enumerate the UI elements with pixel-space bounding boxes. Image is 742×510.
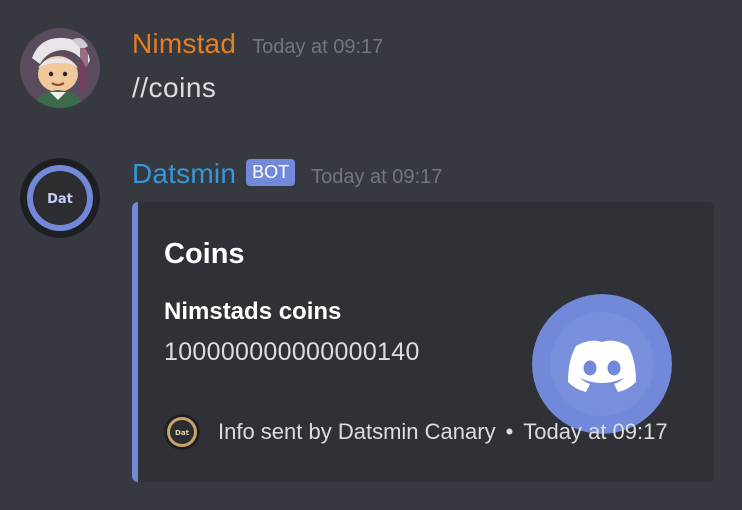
username[interactable]: Datsmin [132,158,236,190]
bot-avatar-text: Dat [47,192,73,207]
bot-avatar[interactable]: Dat [20,158,100,238]
message-content: //coins [132,72,217,103]
bot-avatar-icon: Dat [20,158,100,238]
footer-timestamp: Today at 09:17 [523,419,668,444]
timestamp: Today at 09:17 [311,166,443,188]
message-header: Datsmin BOT Today at 09:17 [132,158,442,194]
embed-accent-bar [132,202,138,482]
chat-messages: Nimstad Today at 09:17 //coins Dat Datsm… [0,0,742,510]
footer-avatar-text: Dat [175,429,190,437]
footer-avatar-icon: Dat [164,414,200,450]
user-avatar-icon [20,28,100,108]
message-header: Nimstad Today at 09:17 [132,28,383,64]
embed-field-name: Nimstads coins [164,298,342,325]
message-datsmin: Dat Datsmin BOT Today at 09:17 Coins Nim… [0,152,742,492]
username[interactable]: Nimstad [132,28,236,60]
embed-thumbnail[interactable] [532,294,672,434]
footer-separator: • [505,419,514,444]
message-nimstad: Nimstad Today at 09:17 //coins [0,22,742,122]
embed-field-value: 100000000000000140 [164,338,420,366]
user-avatar[interactable] [20,28,100,108]
discord-logo-icon [532,294,672,434]
timestamp: Today at 09:17 [252,36,384,58]
embed: Coins Nimstads coins 100000000000000140 [132,202,714,482]
footer-text: Info sent by Datsmin Canary [218,419,496,444]
embed-footer: Dat Info sent by Datsmin Canary • Today … [164,414,668,450]
embed-title: Coins [164,238,245,270]
bot-tag: BOT [246,159,296,186]
footer-avatar: Dat [164,414,200,450]
